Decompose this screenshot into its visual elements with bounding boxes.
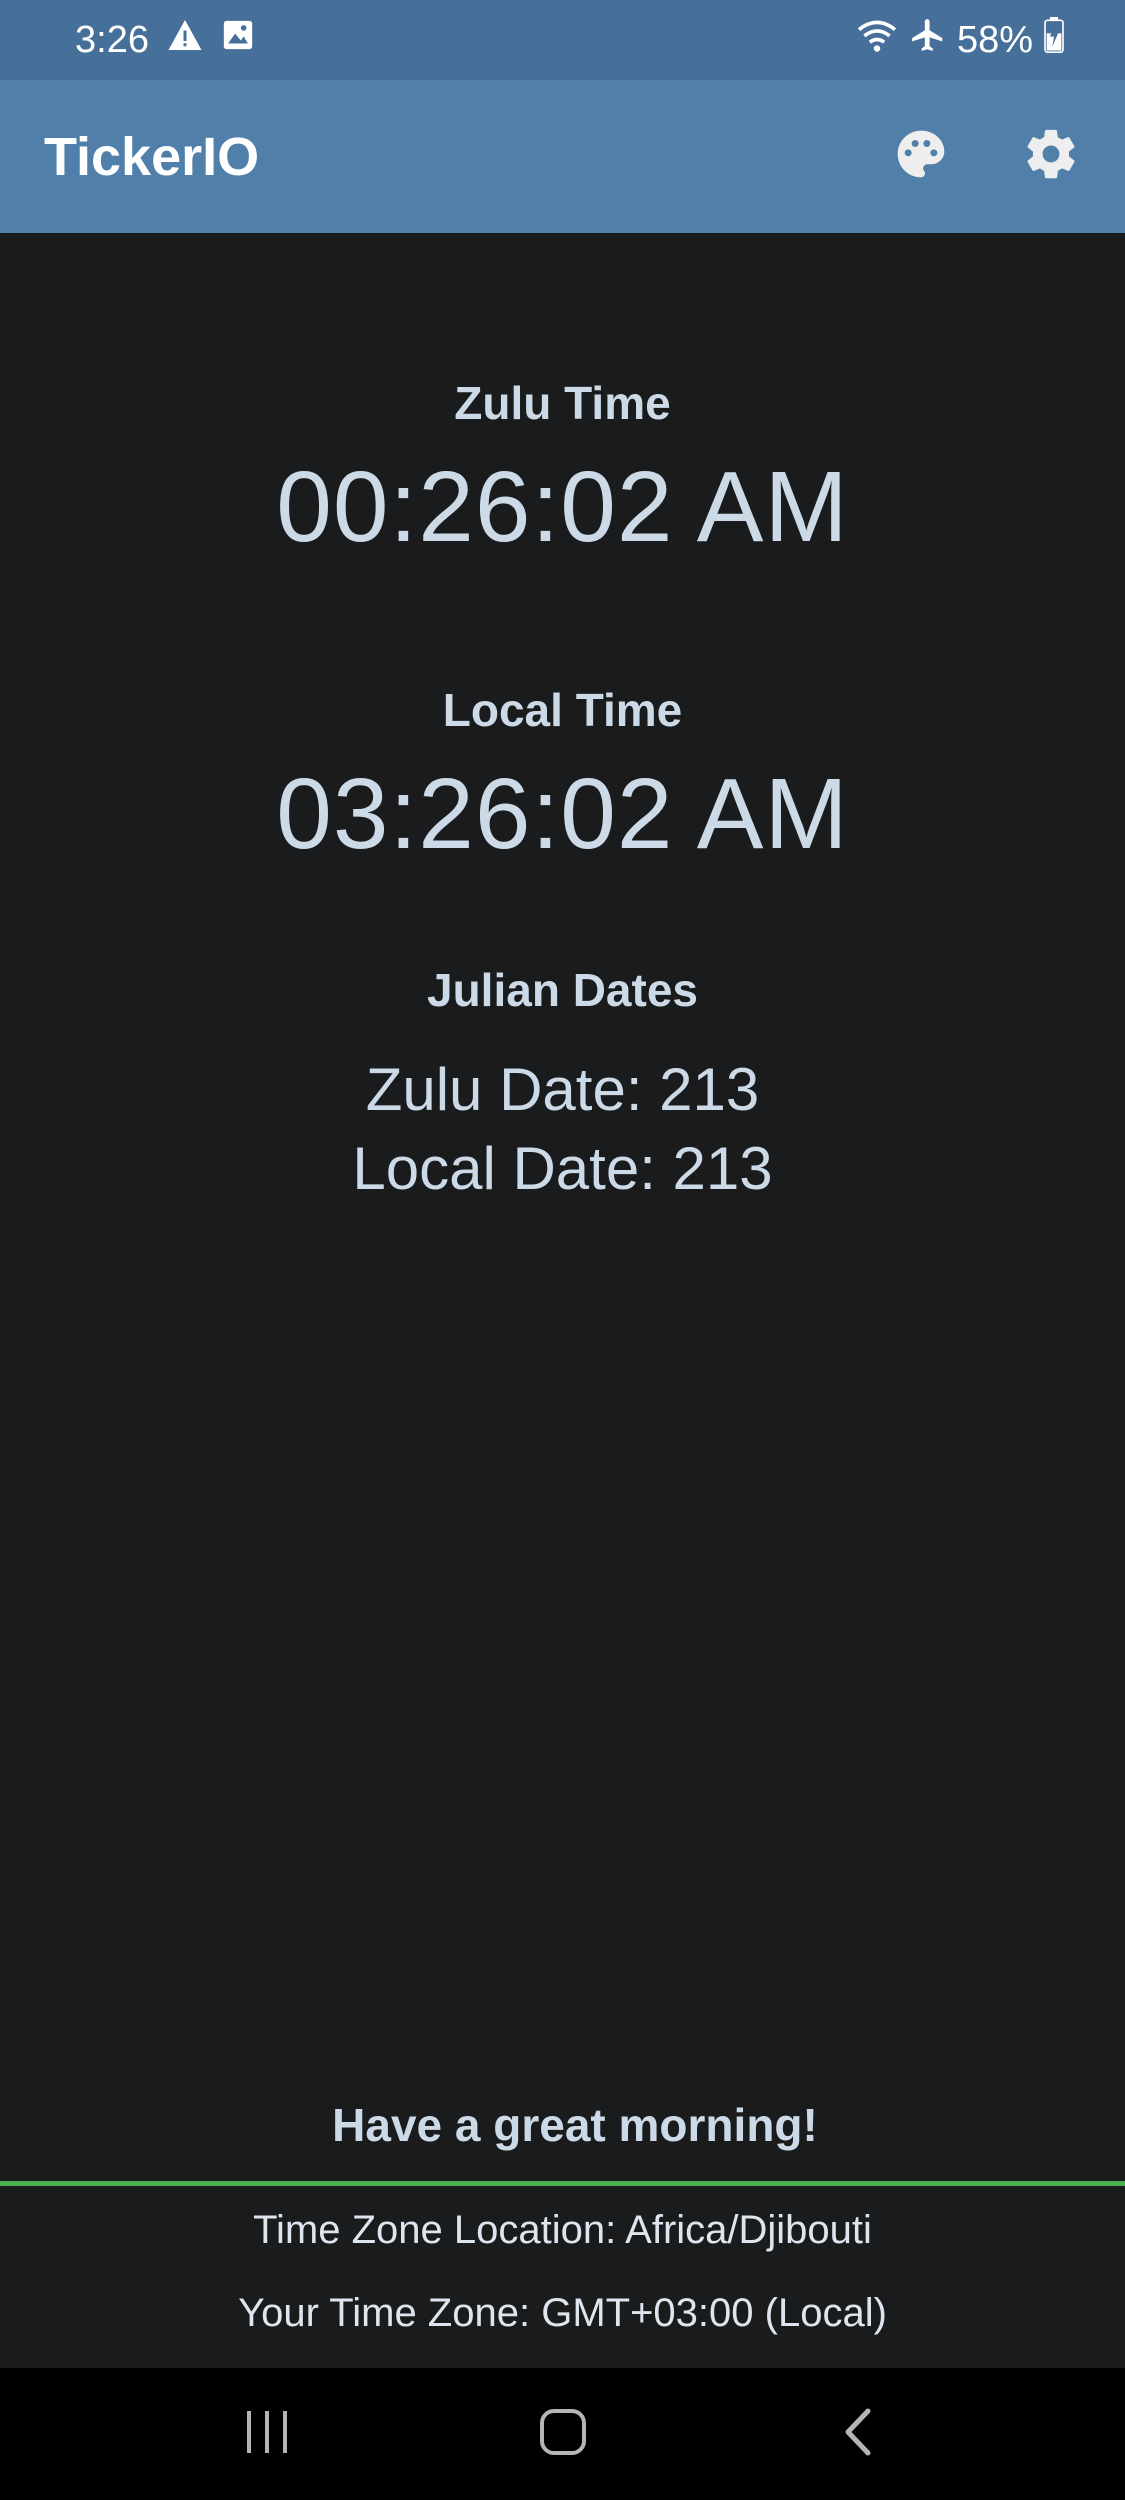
wifi-icon bbox=[855, 17, 899, 63]
timezone-offset: Your Time Zone: GMT+03:00 (Local) bbox=[238, 2291, 887, 2335]
local-label: Local Time bbox=[442, 684, 683, 736]
zulu-label: Zulu Time bbox=[454, 377, 671, 429]
battery-label: 58% bbox=[956, 18, 1033, 61]
recents-button[interactable] bbox=[228, 2394, 308, 2474]
timezone-location: Time Zone Location: Africa/Djibouti bbox=[253, 2208, 872, 2252]
back-icon bbox=[838, 2407, 878, 2462]
julian-zulu-date: Zulu Date: 213 bbox=[365, 1056, 760, 1123]
warning-icon bbox=[167, 18, 203, 62]
airplane-icon bbox=[909, 16, 947, 64]
local-section: Local Time 03:26:02 AM bbox=[0, 683, 1125, 872]
settings-icon bbox=[1022, 125, 1080, 188]
julian-local-date: Local Date: 213 bbox=[352, 1135, 773, 1202]
status-left: 3:26 bbox=[75, 18, 255, 62]
footer: Time Zone Location: Africa/Djibouti Your… bbox=[0, 2186, 1125, 2368]
zulu-time: 00:26:02 AM bbox=[276, 451, 849, 563]
home-icon bbox=[538, 2407, 588, 2462]
palette-icon bbox=[893, 126, 949, 187]
home-button[interactable] bbox=[523, 2394, 603, 2474]
image-icon bbox=[221, 18, 255, 62]
recents-icon bbox=[243, 2409, 293, 2460]
local-time: 03:26:02 AM bbox=[276, 758, 849, 870]
system-nav-bar bbox=[0, 2368, 1125, 2500]
status-time: 3:26 bbox=[75, 18, 149, 61]
status-right: 58% bbox=[855, 16, 1065, 64]
back-button[interactable] bbox=[818, 2394, 898, 2474]
battery-charging-icon bbox=[1043, 17, 1065, 63]
julian-label: Julian Dates bbox=[427, 964, 698, 1016]
palette-button[interactable] bbox=[891, 127, 951, 187]
app-bar: TickerIO bbox=[0, 80, 1125, 233]
app-actions bbox=[891, 127, 1081, 187]
julian-section: Julian Dates Zulu Date: 213 Local Date: … bbox=[0, 963, 1125, 1203]
main-content: Zulu Time 00:26:02 AM Local Time 03:26:0… bbox=[0, 233, 1125, 2369]
zulu-section: Zulu Time 00:26:02 AM bbox=[0, 376, 1125, 565]
settings-button[interactable] bbox=[1021, 127, 1081, 187]
status-bar: 3:26 58% bbox=[0, 0, 1125, 80]
greeting-text: Have a great morning! bbox=[332, 2099, 818, 2151]
app-title: TickerIO bbox=[44, 126, 260, 187]
